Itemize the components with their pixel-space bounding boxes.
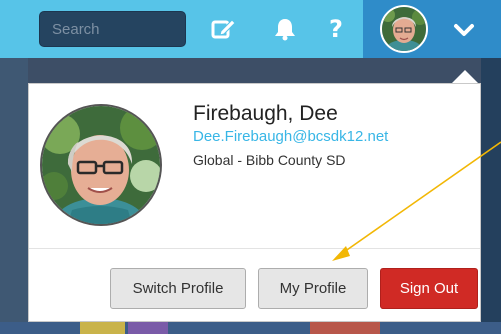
top-navigation-bar: ? — [0, 0, 501, 58]
user-avatar-photo — [382, 7, 426, 51]
edit-icon-graphic — [211, 19, 236, 39]
chevron-down-icon[interactable] — [452, 18, 476, 42]
background-tile — [128, 322, 168, 334]
user-name: Firebaugh, Dee — [193, 102, 338, 125]
search-input[interactable] — [39, 11, 186, 47]
background-panel-left — [0, 58, 28, 334]
user-organization: Global - Bibb County SD — [193, 152, 346, 168]
background-tile — [80, 322, 125, 334]
user-avatar-large — [40, 104, 162, 226]
user-avatar-large-photo — [42, 106, 160, 224]
bell-icon[interactable] — [270, 14, 300, 44]
background-panel-right — [481, 58, 501, 334]
background-strip-bottom — [0, 322, 501, 334]
my-profile-button[interactable]: My Profile — [258, 268, 368, 309]
help-icon[interactable]: ? — [321, 14, 351, 44]
sign-out-button[interactable]: Sign Out — [380, 268, 478, 309]
dropdown-caret — [451, 70, 479, 84]
user-avatar-small[interactable] — [380, 5, 428, 53]
edit-icon[interactable] — [208, 14, 238, 44]
help-glyph: ? — [329, 15, 343, 43]
user-email-link[interactable]: Dee.Firebaugh@bcsdk12.net — [193, 128, 388, 145]
bell-icon-graphic — [275, 19, 295, 41]
dropdown-divider — [29, 248, 480, 249]
background-tile — [310, 322, 380, 334]
switch-profile-button[interactable]: Switch Profile — [110, 268, 246, 309]
